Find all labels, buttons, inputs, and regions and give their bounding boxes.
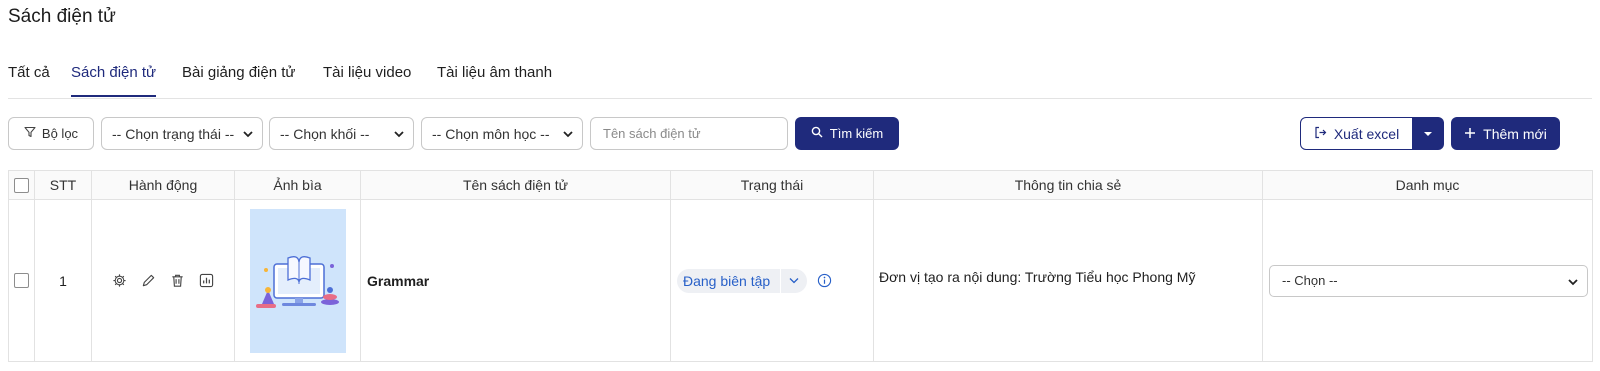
tab-audio-docs[interactable]: Tài liệu âm thanh <box>437 64 552 81</box>
row-cover <box>234 199 361 362</box>
filter-button[interactable]: Bộ lọc <box>8 117 94 150</box>
row-checkbox[interactable] <box>14 273 29 288</box>
export-icon <box>1314 126 1327 142</box>
search-button[interactable]: Tìm kiếm <box>795 117 899 150</box>
category-select-value: -- Chọn -- <box>1282 273 1338 288</box>
chevron-down-icon <box>243 131 253 138</box>
row-select-cell <box>8 199 35 362</box>
status-select-value: -- Chọn trạng thái -- <box>112 125 235 142</box>
category-select[interactable]: -- Chọn -- <box>1269 264 1588 297</box>
filter-icon <box>24 126 36 141</box>
column-header-status: Trạng thái <box>670 170 874 200</box>
chevron-down-icon <box>563 131 573 138</box>
export-label: Xuất excel <box>1333 125 1400 142</box>
search-placeholder: Tên sách điện tử <box>603 126 701 141</box>
column-header-cover: Ảnh bìa <box>234 170 361 200</box>
chevron-down-icon <box>394 131 404 138</box>
column-header-share-info: Thông tin chia sẻ <box>873 170 1263 200</box>
row-stt: 1 <box>34 199 92 362</box>
search-icon <box>811 126 823 141</box>
settings-icon[interactable] <box>112 273 127 288</box>
column-header-name: Tên sách điện tử <box>360 170 671 200</box>
plus-icon <box>1464 126 1476 142</box>
search-label: Tìm kiếm <box>829 126 884 141</box>
column-header-stt: STT <box>34 170 92 200</box>
caret-down-icon <box>1424 131 1432 136</box>
ebooks-table: STT Hành động Ảnh bìa Tên sách điện tử T… <box>8 170 1593 362</box>
row-name[interactable]: Grammar <box>360 199 671 362</box>
filter-label: Bộ lọc <box>41 126 79 141</box>
export-excel-button[interactable]: Xuất excel <box>1300 117 1413 150</box>
tab-all[interactable]: Tất cả <box>8 64 50 81</box>
column-header-category: Danh mục <box>1262 170 1593 200</box>
status-dropdown[interactable]: Đang biên tập <box>677 268 808 293</box>
grade-select[interactable]: -- Chọn khối -- <box>269 117 414 150</box>
status-value: Đang biên tập <box>683 272 771 289</box>
tab-bar: Tất cả Sách điện tử Bài giảng điện tử Tà… <box>8 60 1592 99</box>
page-title: Sách điện tử <box>8 6 116 27</box>
select-all-cell <box>8 170 35 200</box>
row-share-info: Đơn vị tạo ra nội dung: Trường Tiểu học … <box>873 199 1263 362</box>
subject-select-value: -- Chọn môn học -- <box>432 125 550 142</box>
tab-video-docs[interactable]: Tài liệu video <box>323 64 411 81</box>
select-all-checkbox[interactable] <box>14 177 29 193</box>
statistics-icon[interactable] <box>199 273 214 288</box>
tab-e-lectures[interactable]: Bài giảng điện tử <box>182 64 295 81</box>
status-select[interactable]: -- Chọn trạng thái -- <box>101 117 263 150</box>
ebook-name-search-input[interactable]: Tên sách điện tử <box>590 117 788 150</box>
chevron-down-icon <box>1568 278 1578 285</box>
info-icon[interactable] <box>817 273 832 288</box>
add-new-label: Thêm mới <box>1483 125 1547 142</box>
column-header-actions: Hành động <box>91 170 235 200</box>
subject-select[interactable]: -- Chọn môn học -- <box>421 117 583 150</box>
trash-icon[interactable] <box>170 273 185 288</box>
grade-select-value: -- Chọn khối -- <box>280 125 370 142</box>
chevron-down-icon <box>781 277 807 284</box>
tab-ebooks[interactable]: Sách điện tử <box>71 64 157 97</box>
export-options-toggle[interactable] <box>1412 117 1444 150</box>
row-category: -- Chọn -- <box>1262 199 1593 362</box>
table-header-row: STT Hành động Ảnh bìa Tên sách điện tử T… <box>8 170 1593 200</box>
table-row: 1 Grammar Đang biên tập Đơn vị tạo ra nộ… <box>8 199 1593 362</box>
row-status: Đang biên tập <box>670 199 874 362</box>
book-cover-image <box>249 208 346 353</box>
row-actions <box>91 199 235 362</box>
add-new-button[interactable]: Thêm mới <box>1451 117 1560 150</box>
edit-icon[interactable] <box>141 273 156 288</box>
